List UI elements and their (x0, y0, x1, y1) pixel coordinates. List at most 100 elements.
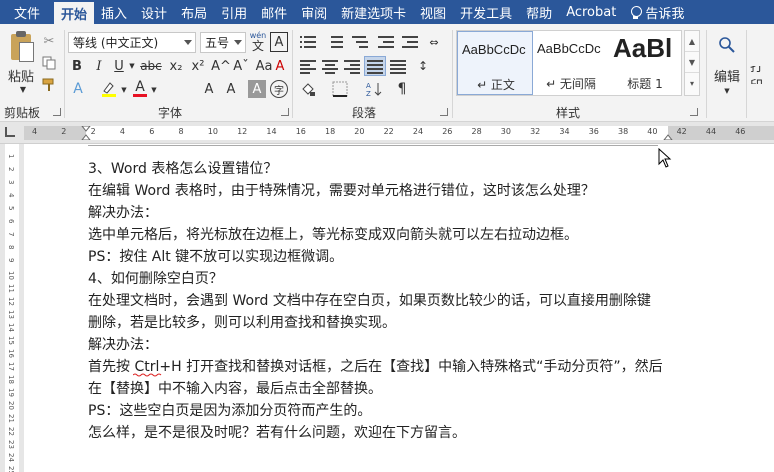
numbering-icon[interactable] (324, 34, 344, 50)
phonetic-guide-button[interactable]: wén 文 (248, 30, 268, 54)
doc-line-5[interactable]: PS：按住 Alt 键不放可以实现边框微调。 (88, 246, 343, 266)
styles-scroll-up-icon[interactable]: ▲ (685, 31, 699, 52)
style-normal[interactable]: AaBbCcDc ↵ 正文 (457, 31, 533, 95)
print-button[interactable]: 打印 (750, 66, 774, 84)
character-shading-button[interactable]: A (248, 80, 266, 98)
doc-line-9[interactable]: 解决办法： (88, 334, 158, 354)
doc-line-6[interactable]: 4、如何删除空白页？ (88, 268, 223, 288)
tab-review[interactable]: 审阅 (294, 0, 334, 24)
tab-developer[interactable]: 开发工具 (453, 0, 519, 24)
tab-acrobat[interactable]: Acrobat (559, 0, 623, 24)
ribbon: 粘贴 ▼ ✂ 剪贴板 等线 (中文正文) 五号 wén 文 A B I U ▼ … (0, 24, 774, 122)
bold-button[interactable]: B (68, 57, 86, 75)
document-page[interactable]: 3、Word 表格怎么设置错位？ 在编辑 Word 表格时，由于特殊情况，需要对… (24, 144, 774, 472)
shrink-font-button[interactable]: Aˇ (232, 57, 250, 75)
tab-layout[interactable]: 布局 (174, 0, 214, 24)
tab-home[interactable]: 开始 (54, 2, 94, 24)
doc-line-7[interactable]: 在处理文档时，会遇到 Word 文档中存在空白页，如果页数比较少的话，可以直接用… (88, 290, 651, 310)
font-launcher-icon[interactable] (281, 108, 289, 116)
highlight-button[interactable] (98, 80, 120, 98)
doc-line-11[interactable]: 在【替换】中不输入内容，最后点击全部替换。 (88, 378, 382, 398)
superscript-button[interactable]: x² (188, 57, 208, 75)
paste-button[interactable]: 粘贴 (6, 66, 36, 84)
ruler-number: 28 (472, 127, 482, 136)
styles-more-icon[interactable]: ▾ (685, 73, 699, 94)
paragraph-launcher-icon[interactable] (440, 108, 448, 116)
doc-line-4[interactable]: 选中单元格后，将光标放在边框上，等光标变成双向箭头就可以左右拉动边框。 (88, 224, 578, 244)
doc-line-8[interactable]: 删除，若是比较多，则可以利用查找和替换实现。 (88, 312, 396, 332)
font-color-button[interactable]: A (130, 78, 150, 98)
doc-line-12[interactable]: PS：这些空白页是因为添加分页符而产生的。 (88, 400, 371, 420)
decrease-indent-icon[interactable] (376, 34, 396, 50)
styles-group-label: 样式 (556, 104, 580, 121)
align-right-icon[interactable] (342, 58, 362, 74)
style-no-spacing[interactable]: AaBbCcDc ↵ 无间隔 (533, 31, 609, 95)
styles-launcher-icon[interactable] (690, 108, 698, 116)
distributed-icon[interactable] (388, 58, 408, 74)
bullets-icon[interactable] (298, 34, 318, 50)
line-spacing-icon[interactable]: ↕ (412, 56, 434, 76)
character-border-button[interactable]: A (270, 32, 288, 52)
doc-line-13[interactable]: 怎么样，是不是很及时呢？若有什么问题，欢迎在下方留言。 (88, 422, 466, 442)
styles-scroll-down-icon[interactable]: ▼ (685, 52, 699, 73)
ruler-number: 24 (413, 127, 423, 136)
tab-file[interactable]: 文件 (0, 0, 54, 24)
cut-icon[interactable]: ✂ (40, 32, 58, 50)
highlight-dropdown-icon[interactable]: ▼ (120, 86, 128, 94)
tab-design[interactable]: 设计 (134, 0, 174, 24)
doc-line-2[interactable]: 在编辑 Word 表格时，由于特殊情况，需要对单元格进行错位，这时该怎么处理？ (88, 180, 595, 200)
style-heading-1[interactable]: AaBl 标题 1 (609, 31, 681, 95)
strikethrough-button[interactable]: abc (138, 57, 164, 75)
italic-button[interactable]: I (90, 57, 108, 75)
clipboard-launcher-icon[interactable] (53, 108, 61, 116)
ruler-strip[interactable]: 4224681012141618202224262830323436384042… (24, 126, 774, 140)
underline-button[interactable]: U (110, 57, 128, 75)
borders-icon[interactable] (330, 80, 350, 98)
grow-font-alt-button[interactable]: A (200, 80, 218, 98)
shading-icon[interactable] (298, 80, 318, 98)
subscript-button[interactable]: x₂ (166, 57, 186, 75)
align-center-icon[interactable] (320, 58, 340, 74)
search-icon (716, 34, 738, 56)
copy-icon[interactable] (40, 54, 58, 72)
align-left-icon[interactable] (298, 58, 318, 74)
tab-view[interactable]: 视图 (413, 0, 453, 24)
paste-icon[interactable] (8, 30, 36, 64)
style-normal-name: ↵ 正文 (458, 76, 534, 93)
sort-icon[interactable]: AZ (364, 80, 384, 98)
tab-new-tab[interactable]: 新建选项卡 (334, 0, 413, 24)
justify-icon[interactable] (364, 56, 386, 76)
multilevel-list-icon[interactable] (350, 34, 370, 50)
tab-references[interactable]: 引用 (214, 0, 254, 24)
tab-mailings[interactable]: 邮件 (254, 0, 294, 24)
show-formatting-icon[interactable]: ¶ (392, 80, 412, 98)
shrink-font-alt-button[interactable]: A (222, 80, 240, 98)
grow-font-button[interactable]: A^ (212, 57, 230, 75)
doc-line-10[interactable]: 首先按 Ctrl+H 打开查找和替换对话框，之后在【查找】中输入特殊格式“手动分… (88, 356, 663, 376)
clear-formatting-button[interactable]: A (270, 57, 290, 75)
enclose-characters-button[interactable]: 字 (270, 80, 288, 98)
paste-dropdown-icon[interactable]: ▼ (18, 84, 28, 94)
ruler-indent-markers[interactable] (24, 126, 774, 140)
font-name-field[interactable]: 等线 (中文正文) (68, 32, 196, 53)
ruler-number: 44 (706, 127, 716, 136)
ruler-number: 14 (266, 127, 276, 136)
tab-insert[interactable]: 插入 (94, 0, 134, 24)
ruler-number: 16 (296, 127, 306, 136)
vertical-ruler-number: 21 (7, 414, 15, 423)
horizontal-ruler: 4224681012141618202224262830323436384042… (0, 122, 774, 144)
tab-help[interactable]: 帮助 (519, 0, 559, 24)
tab-selector-icon[interactable] (5, 127, 15, 137)
underline-dropdown-icon[interactable]: ▼ (128, 62, 136, 70)
vertical-ruler-number: 17 (7, 362, 15, 371)
doc-line-1[interactable]: 3、Word 表格怎么设置错位？ (88, 158, 277, 178)
increase-indent-icon[interactable] (400, 34, 420, 50)
text-effects-button[interactable]: A (68, 80, 88, 98)
tell-me-search[interactable]: 告诉我 (623, 0, 691, 24)
chinese-layout-icon[interactable]: ⇔ (424, 32, 444, 52)
format-painter-icon[interactable] (40, 76, 58, 94)
doc-line-3[interactable]: 解决办法： (88, 202, 158, 222)
font-size-field[interactable]: 五号 (200, 32, 246, 53)
font-color-dropdown-icon[interactable]: ▼ (150, 86, 158, 94)
ruler-number: 4 (32, 127, 37, 136)
